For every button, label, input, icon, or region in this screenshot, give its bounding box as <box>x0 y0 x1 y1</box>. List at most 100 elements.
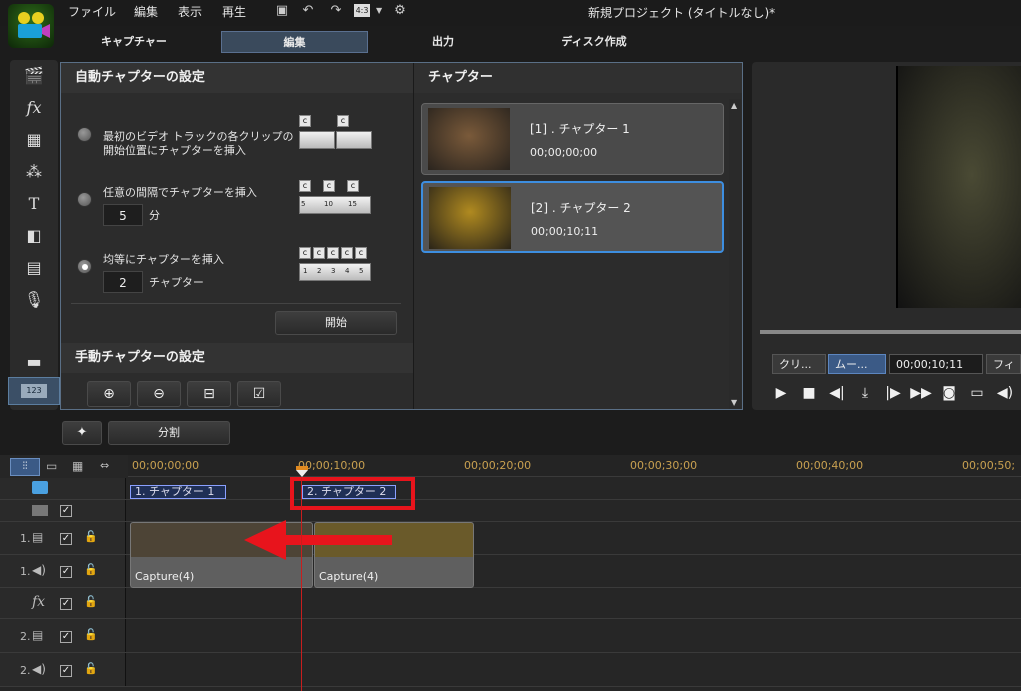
chapter-list-item[interactable]: [2] . チャプター 2 00;00;10;11 <box>421 181 724 253</box>
audio-track-1-checkbox[interactable]: ✓ <box>60 566 72 578</box>
fx-track: fx ✓ 🔓 <box>0 588 1021 619</box>
interval-minutes-input[interactable]: 5 <box>103 204 143 226</box>
audio-track-icon: ◀) <box>32 662 46 676</box>
preview-seek-bar[interactable] <box>760 330 1021 334</box>
pip-room-icon[interactable]: ▦ <box>20 128 48 152</box>
ruler-tick: 00;00;40;00 <box>796 459 864 472</box>
magic-wand-button[interactable]: ✦ <box>62 421 102 445</box>
chapter-list-scrollbar[interactable]: ▲ ▼ <box>729 99 741 409</box>
fx-room-icon[interactable]: fx <box>20 96 48 120</box>
panel-divider <box>413 63 414 409</box>
fit-dropdown[interactable]: フィ <box>986 354 1021 374</box>
interval-illustration-icon: c c c 5 10 15 <box>299 180 373 218</box>
timecode-field[interactable]: 00;00;10;11 <box>889 354 983 374</box>
fit-timeline-icon[interactable]: ⇔ <box>100 459 109 472</box>
aspect-dropdown-icon[interactable]: ▼ <box>376 6 382 15</box>
menu-room-icon[interactable]: ▤ <box>20 256 48 280</box>
play-icon[interactable]: ▶ <box>770 382 792 404</box>
ruler-tick: 00;00;50; <box>962 459 1016 472</box>
manual-chapter-heading: 手動チャプターの設定 <box>61 343 413 373</box>
set-thumbnail-button[interactable]: ☑ <box>237 381 281 407</box>
video-track-2: 2. ▤ ✓ 🔓 <box>0 619 1021 653</box>
transition-room-icon[interactable]: ◧ <box>20 224 48 248</box>
menu-play[interactable]: 再生 <box>222 3 246 20</box>
previous-frame-icon[interactable]: ◀| <box>826 382 848 404</box>
save-icon[interactable]: ▣ <box>274 3 290 19</box>
chapter-room-panel: 自動チャプターの設定 最初のビデオ トラックの各クリップの 開始位置にチャプター… <box>60 62 743 410</box>
stop-icon[interactable]: ■ <box>798 382 820 404</box>
preview-panel: クリ... ムー... 00;00;10;11 フィ ▶ ■ ◀| ⤓ |▶ ▶… <box>752 62 1021 410</box>
add-chapter-button[interactable]: ⊕ <box>87 381 131 407</box>
option-clip-start-radio[interactable] <box>77 127 92 142</box>
fast-forward-icon[interactable]: ▶▶ <box>910 382 932 404</box>
tab-capture[interactable]: キャプチャー <box>90 31 178 53</box>
divider <box>71 303 401 304</box>
remove-all-chapters-button[interactable]: ⊟ <box>187 381 231 407</box>
preview-screen <box>896 66 1021 308</box>
menu-view[interactable]: 表示 <box>178 3 202 20</box>
lock-icon[interactable]: 🔓 <box>84 563 98 576</box>
playhead-line <box>301 477 302 691</box>
clip-mode-tab[interactable]: クリ... <box>772 354 826 374</box>
timeline-view-icon[interactable]: ⫶⫶ <box>10 458 40 476</box>
tab-edit[interactable]: 編集 <box>221 31 368 53</box>
fx-track-icon: fx <box>32 594 46 610</box>
scroll-up-icon[interactable]: ▲ <box>731 101 737 110</box>
lock-icon[interactable]: 🔓 <box>84 628 98 641</box>
video-track-icon: ▤ <box>32 530 44 544</box>
arrow-left-icon <box>244 520 392 560</box>
volume-icon[interactable]: ◀) <box>994 382 1016 404</box>
storyboard-view-icon[interactable]: ▭ <box>46 459 57 473</box>
gear-icon[interactable]: ⚙ <box>392 3 408 19</box>
display-mode-icon[interactable]: ▭ <box>966 382 988 404</box>
app-logo-icon <box>8 4 54 48</box>
fx-track-checkbox[interactable]: ✓ <box>60 598 72 610</box>
interval-unit-label: 分 <box>149 209 160 222</box>
subtitle-track-checkbox[interactable]: ✓ <box>60 505 72 517</box>
video-track-2-checkbox[interactable]: ✓ <box>60 631 72 643</box>
chapter-list-item[interactable]: [1] . チャプター 1 00;00;00;00 <box>421 103 724 175</box>
timeline-ruler[interactable]: 00;00;00;00 00;00;10;00 00;00;20;00 00;0… <box>128 455 1021 477</box>
lock-icon[interactable]: 🔓 <box>84 530 98 543</box>
undo-icon[interactable]: ↶ <box>300 3 316 19</box>
particle-room-icon[interactable]: ⁂ <box>20 160 48 184</box>
chapter-count-input[interactable]: 2 <box>103 271 143 293</box>
chapter-room-icon[interactable]: 123 <box>8 377 60 405</box>
chapter-marker[interactable]: 1. チャプター 1 <box>130 485 226 499</box>
video-track-icon: ▤ <box>32 628 44 642</box>
redo-icon[interactable]: ↷ <box>328 3 344 19</box>
microphone-icon[interactable]: 🎙 <box>20 288 48 312</box>
lock-icon[interactable]: 🔓 <box>84 662 98 675</box>
camera-icon[interactable]: ◙ <box>938 382 960 404</box>
highlight-box <box>290 477 415 510</box>
title-room-icon[interactable]: T <box>20 192 48 216</box>
next-frame-icon[interactable]: |▶ <box>882 382 904 404</box>
split-marker-icon[interactable]: ⤓ <box>854 382 876 404</box>
remove-chapter-button[interactable]: ⊖ <box>137 381 181 407</box>
track-number: 1. <box>20 532 31 545</box>
split-button[interactable]: 分割 <box>108 421 230 445</box>
set-thumbnail-icon: ☑ <box>252 386 266 402</box>
scroll-down-icon[interactable]: ▼ <box>731 398 737 407</box>
track-number: 2. <box>20 664 31 677</box>
menu-edit[interactable]: 編集 <box>134 3 158 20</box>
chapter-title: [2] . チャプター 2 <box>531 201 631 215</box>
option-interval-radio[interactable] <box>77 192 92 207</box>
option-clip-start-label-2: 開始位置にチャプターを挿入 <box>103 144 246 157</box>
add-track-icon[interactable]: ▦ <box>72 459 83 473</box>
lock-icon[interactable]: 🔓 <box>84 595 98 608</box>
playhead-handle-icon[interactable] <box>294 466 310 478</box>
tab-output[interactable]: 出力 <box>410 31 476 53</box>
video-track-1-checkbox[interactable]: ✓ <box>60 533 72 545</box>
movie-mode-tab[interactable]: ムー... <box>828 354 886 374</box>
start-button[interactable]: 開始 <box>275 311 397 335</box>
option-equal-label: 均等にチャプターを挿入 <box>103 253 224 266</box>
media-room-icon[interactable]: 🎬 <box>20 64 48 88</box>
tab-disc[interactable]: ディスク作成 <box>548 31 640 53</box>
option-equal-radio[interactable] <box>77 259 92 274</box>
audio-track-2-checkbox[interactable]: ✓ <box>60 665 72 677</box>
subtitle-room-icon[interactable]: ▬ <box>20 350 48 374</box>
menu-file[interactable]: ファイル <box>68 3 116 20</box>
subtitle-track-icon <box>32 505 48 516</box>
aspect-ratio-icon[interactable]: 4:3 <box>354 4 370 17</box>
